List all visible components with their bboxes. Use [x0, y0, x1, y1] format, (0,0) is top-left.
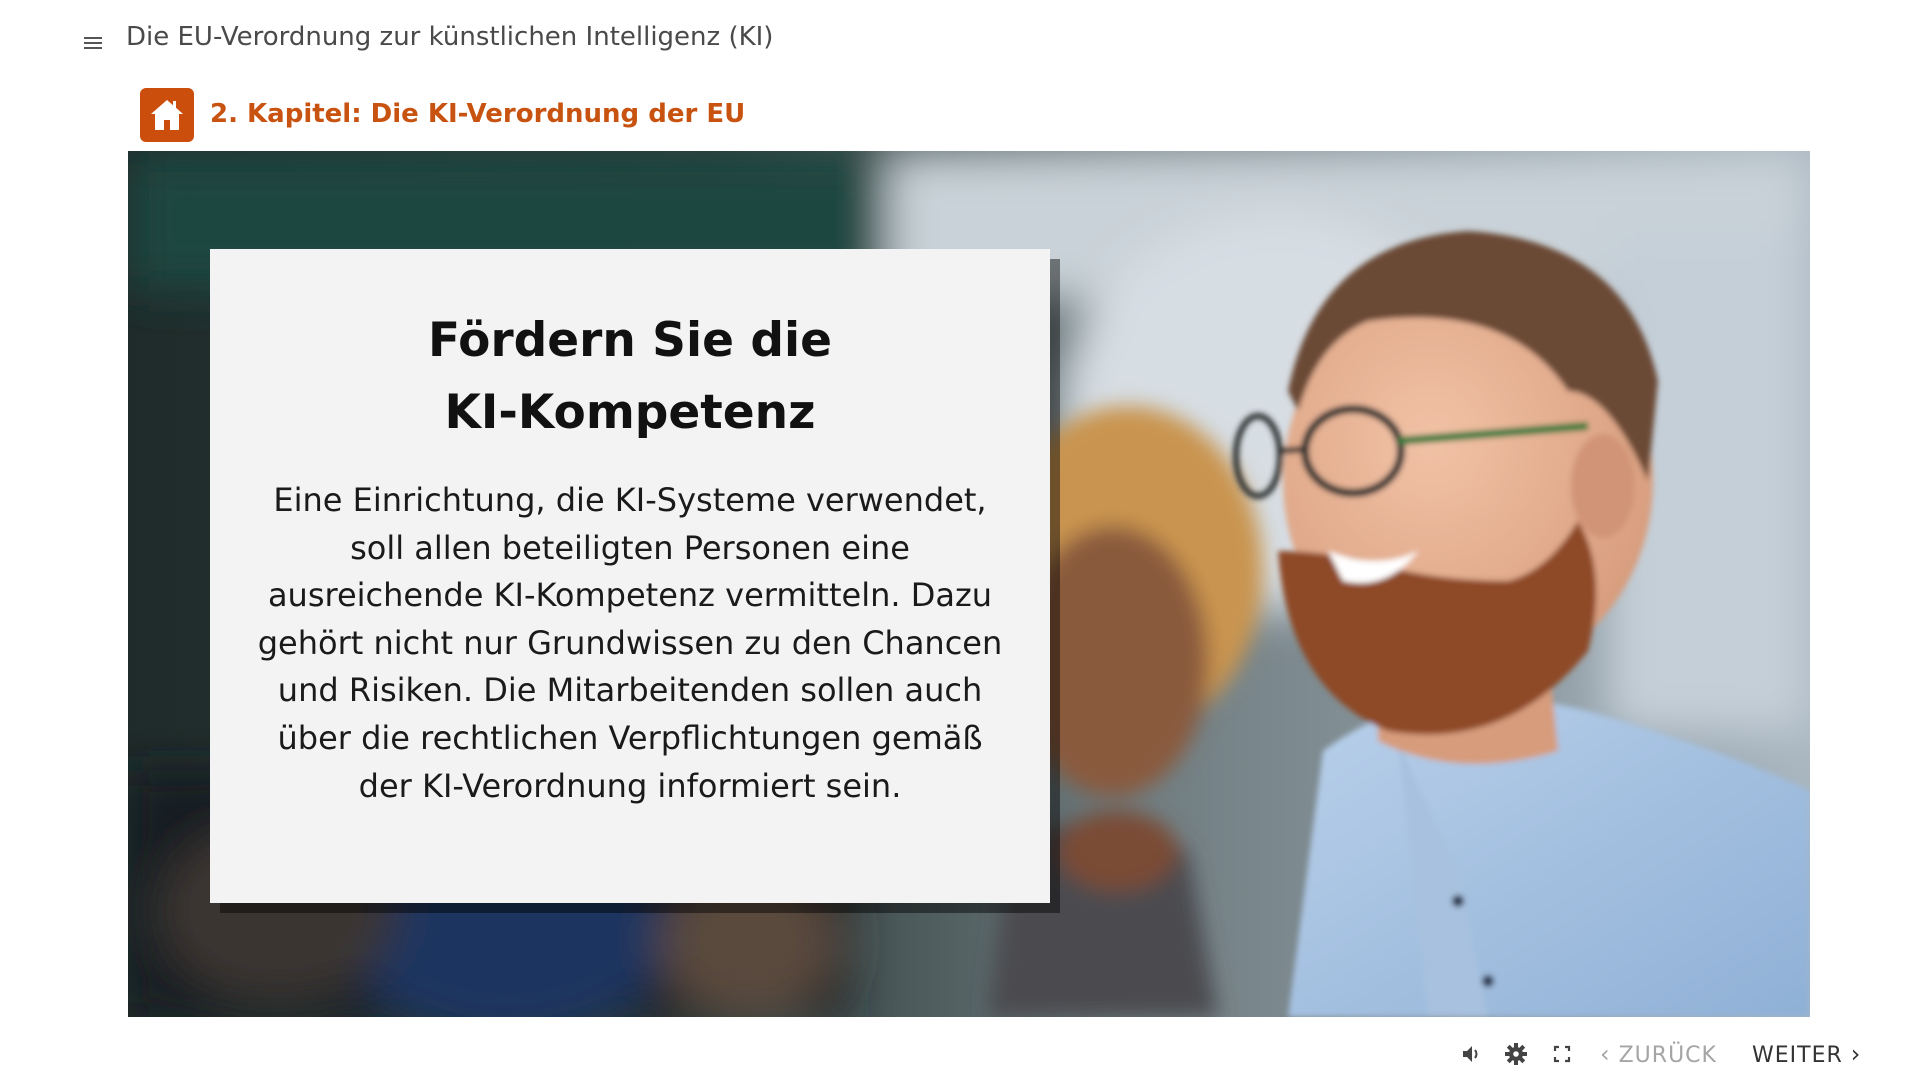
course-title: Die EU-Verordnung zur künstlichen Intell… [126, 22, 774, 52]
slide-body-text: Eine Einrichtung, die KI-Systeme verwend… [257, 481, 1003, 805]
hamburger-menu-icon[interactable] [78, 32, 104, 54]
fullscreen-icon[interactable] [1548, 1040, 1576, 1068]
player-controls: ‹ ZURÜCK WEITER › [0, 1030, 1920, 1080]
chevron-left-icon: ‹ [1600, 1040, 1611, 1068]
slide-content: Fördern Sie die KI-Kompetenz Eine Einric… [128, 151, 1810, 1017]
top-bar: Die EU-Verordnung zur künstlichen Intell… [0, 0, 1920, 70]
back-label: ZURÜCK [1618, 1043, 1717, 1068]
gear-icon[interactable] [1502, 1040, 1530, 1068]
next-label: WEITER [1752, 1043, 1843, 1068]
speaker-icon[interactable] [1458, 1040, 1486, 1068]
next-button[interactable]: WEITER › [1752, 1038, 1861, 1070]
slide-heading-line1: Fördern Sie die [427, 313, 833, 368]
back-button[interactable]: ‹ ZURÜCK [1600, 1038, 1717, 1070]
chapter-title: 2. Kapitel: Die KI-Verordnung der EU [210, 99, 746, 129]
slide-heading-line2: KI-Kompetenz [444, 385, 816, 440]
home-icon [151, 100, 183, 130]
chevron-right-icon: › [1850, 1040, 1862, 1068]
text-card: Fördern Sie die KI-Kompetenz Eine Einric… [210, 249, 1050, 903]
slide-heading: Fördern Sie die KI-Kompetenz [400, 305, 860, 449]
home-button[interactable] [140, 88, 194, 142]
